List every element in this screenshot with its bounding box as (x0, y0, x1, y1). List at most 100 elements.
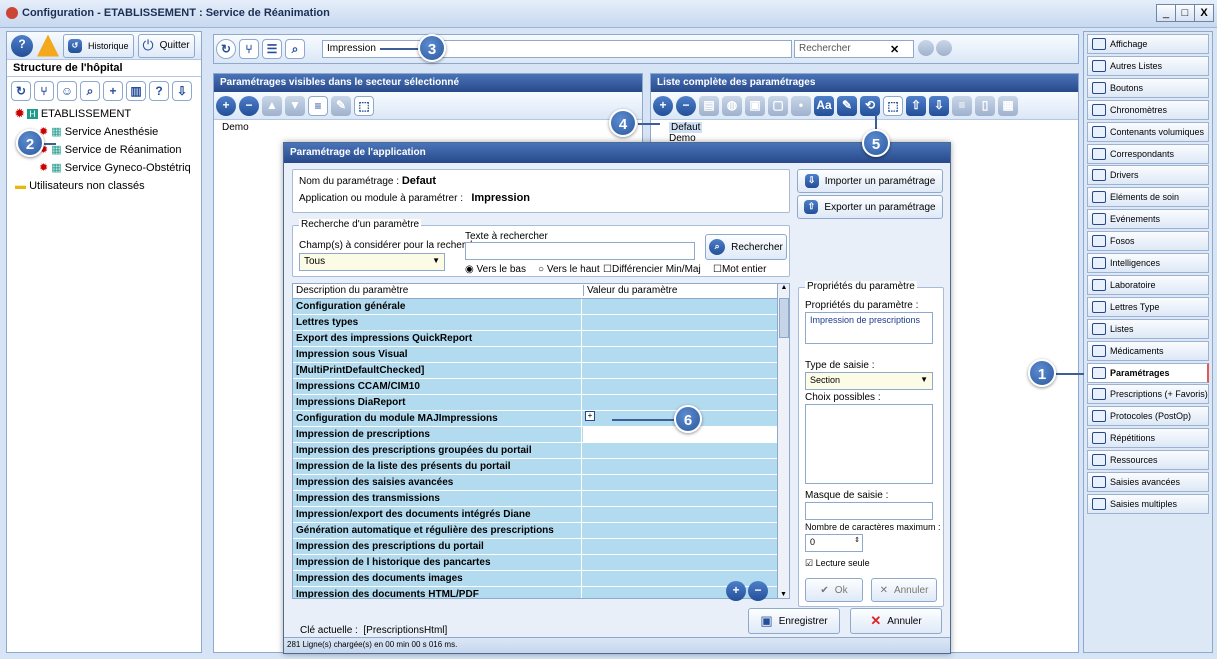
grid-icon[interactable]: ▦ (998, 96, 1018, 116)
table-row[interactable]: Impressions CCAM/CIM10 (293, 379, 789, 395)
remove-row-icon[interactable]: − (748, 581, 768, 601)
select-icon[interactable]: ⬚ (354, 96, 374, 116)
table-row[interactable]: Impression des prescriptions du portail (293, 539, 789, 555)
link-icon[interactable]: ⟲ (860, 96, 880, 116)
remove-icon[interactable]: − (239, 96, 259, 116)
choix-list[interactable] (805, 404, 933, 484)
add-icon[interactable]: + (653, 96, 673, 116)
refresh-icon[interactable]: ↻ (11, 81, 31, 101)
import-icon[interactable]: ⇧ (906, 96, 926, 116)
list-item[interactable]: Defaut (669, 122, 703, 133)
sidebar-item[interactable]: Fosos (1087, 231, 1209, 252)
check-mot[interactable]: ☐Mot entier (713, 264, 766, 275)
info-icon[interactable]: ? (149, 81, 169, 101)
export-icon[interactable]: ⇩ (929, 96, 949, 116)
enregistrer-button[interactable]: ▣ Enregistrer (748, 608, 840, 634)
up-icon[interactable] (918, 40, 934, 56)
up-icon[interactable]: ▲ (262, 96, 282, 116)
add-icon[interactable]: + (216, 96, 236, 116)
export-icon[interactable]: ⇩ (172, 81, 192, 101)
add-row-icon[interactable]: + (726, 581, 746, 601)
delete-icon[interactable]: ▥ (126, 81, 146, 101)
scroll-down-icon[interactable]: ▼ (778, 591, 789, 598)
tree-item-gyneco[interactable]: ✹ ▦ Service Gyneco-Obstétriq (15, 159, 201, 177)
table-row[interactable]: [MultiPrintDefaultChecked] (293, 363, 789, 379)
sidebar-item[interactable]: Protocoles (PostOp) (1087, 406, 1209, 427)
table-row[interactable]: Impression/export des documents intégrés… (293, 507, 789, 523)
edit-icon[interactable]: ✎ (331, 96, 351, 116)
radio-bas[interactable]: ◉ Vers le bas (465, 264, 526, 275)
table-row[interactable]: Configuration générale (293, 299, 789, 315)
table-row[interactable]: Impression de l historique des pancartes (293, 555, 789, 571)
lines-icon[interactable]: ≡ (952, 96, 972, 116)
sidebar-item[interactable]: Intelligences (1087, 253, 1209, 273)
spinner-icon[interactable]: ⇕ (854, 536, 860, 544)
search-icon[interactable]: ⌕ (285, 39, 305, 59)
down-icon[interactable]: ▼ (285, 96, 305, 116)
expand-icon[interactable]: + (585, 411, 595, 421)
sidebar-item[interactable]: Laboratoire (1087, 274, 1209, 295)
sidebar-item[interactable]: Médicaments (1087, 340, 1209, 361)
table-row[interactable]: Configuration du module MAJImpressions (293, 411, 789, 427)
scroll-up-icon[interactable]: ▲ (778, 284, 789, 291)
sidebar-item[interactable]: Correspondants (1087, 143, 1209, 164)
refresh-icon[interactable]: ↻ (216, 39, 236, 59)
sidebar-item[interactable]: Listes (1087, 318, 1209, 339)
dot-icon[interactable]: • (791, 96, 811, 116)
table-row[interactable]: Impression des transmissions (293, 491, 789, 507)
historique-button[interactable]: ↺ Historique (63, 33, 134, 58)
copy-icon[interactable]: ▤ (699, 96, 719, 116)
type-select[interactable]: Section ▼ (805, 372, 933, 390)
sidebar-item[interactable]: Répétitions (1087, 428, 1209, 449)
zoom-icon[interactable]: ⌕ (80, 81, 100, 101)
sidebar-item[interactable]: Paramétrages (1087, 362, 1209, 383)
props-value[interactable]: Impression de prescriptions (805, 312, 933, 344)
table-row[interactable]: Lettres types (293, 315, 789, 331)
list-icon[interactable]: ☰ (262, 39, 282, 59)
tree-item-etablissement[interactable]: ✹ H ETABLISSEMENT (15, 105, 201, 123)
sidebar-item[interactable]: Chronomètres (1087, 99, 1209, 120)
close-button[interactable]: X (1194, 4, 1214, 22)
down-icon[interactable] (936, 40, 952, 56)
sidebar-item[interactable]: Lettres Type (1087, 296, 1209, 317)
clear-icon[interactable]: ✕ (890, 43, 899, 56)
annuler-small-button[interactable]: ✕ Annuler (871, 578, 937, 602)
lecture-check[interactable]: ☑ Lecture seule (805, 558, 870, 569)
nbcar-input[interactable]: 0 ⇕ (805, 534, 863, 552)
rechercher-button[interactable]: ⌕ Rechercher (705, 234, 787, 260)
paste-icon[interactable]: ▣ (745, 96, 765, 116)
globe-icon[interactable]: ◍ (722, 96, 742, 116)
table-row[interactable]: Impression des documents images (293, 571, 789, 587)
edit-icon[interactable]: ✎ (837, 96, 857, 116)
radio-haut[interactable]: ○ Vers le haut (538, 264, 600, 275)
box-icon[interactable]: ▯ (975, 96, 995, 116)
list-item[interactable]: Demo (222, 122, 634, 133)
check-minmaj[interactable]: ☐Différencier Min/Maj (603, 264, 701, 275)
sidebar-item[interactable]: Boutons (1087, 77, 1209, 98)
sidebar-item[interactable]: Contenants volumiques (1087, 121, 1209, 142)
sidebar-item[interactable]: Saisies avancées (1087, 472, 1209, 492)
minimize-button[interactable]: _ (1156, 4, 1176, 22)
add-icon[interactable]: + (103, 81, 123, 101)
select-icon[interactable]: ⬚ (883, 96, 903, 116)
tree-icon[interactable]: ⑂ (239, 39, 259, 59)
sidebar-item[interactable]: Affichage (1087, 34, 1209, 54)
warning-icon[interactable] (37, 34, 59, 57)
texte-input[interactable] (465, 242, 695, 260)
scroll-thumb[interactable] (779, 298, 789, 338)
champs-select[interactable]: Tous ▼ (299, 253, 445, 271)
table-row[interactable]: Impression des documents HTML/PDF (293, 587, 789, 598)
table-row[interactable]: Impressions DiaReport (293, 395, 789, 411)
table-row[interactable]: Impression des saisies avancées (293, 475, 789, 491)
sidebar-item[interactable]: Saisies multiples (1087, 493, 1209, 514)
annuler-button[interactable]: ✕ Annuler (850, 608, 942, 634)
maximize-button[interactable]: □ (1175, 4, 1195, 22)
export-button[interactable]: ⇧ Exporter un paramétrage (797, 195, 943, 219)
masque-input[interactable] (805, 502, 933, 520)
table-row[interactable]: Impression des prescriptions groupées du… (293, 443, 789, 459)
sidebar-item[interactable]: Ressources (1087, 450, 1209, 471)
remove-icon[interactable]: − (676, 96, 696, 116)
help-icon[interactable]: ? (11, 34, 33, 57)
sidebar-item[interactable]: Evénements (1087, 209, 1209, 230)
table-row[interactable]: Impression sous Visual (293, 347, 789, 363)
